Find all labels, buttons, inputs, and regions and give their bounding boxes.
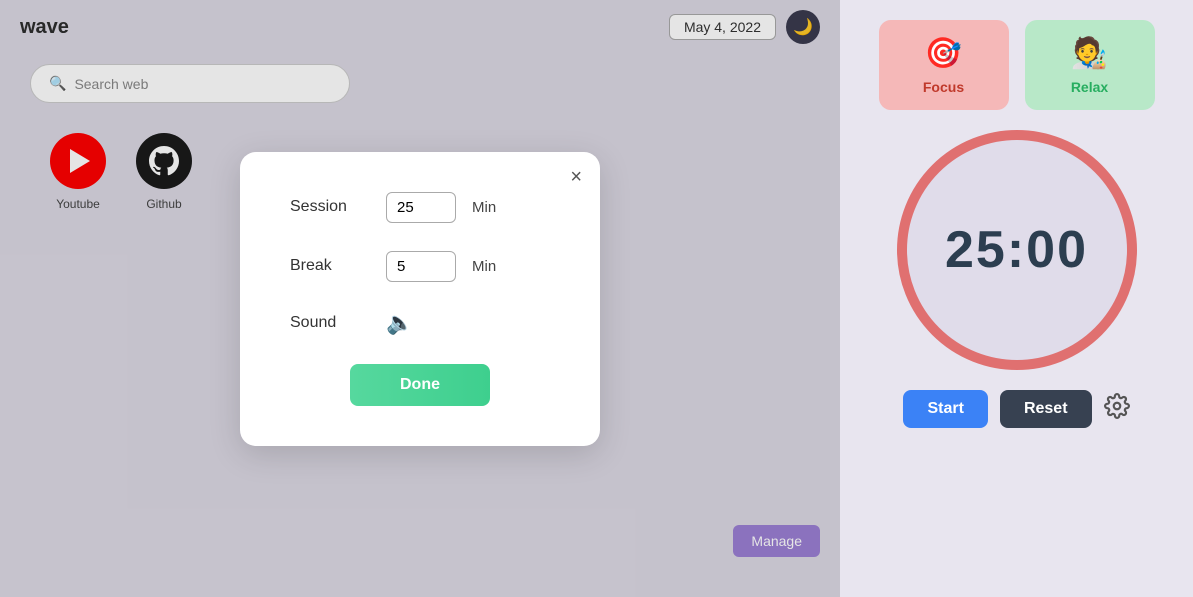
relax-label: Relax xyxy=(1071,79,1108,95)
break-min-label: Min xyxy=(472,258,496,275)
start-button[interactable]: Start xyxy=(903,390,987,428)
timer-settings-button[interactable] xyxy=(1104,393,1130,426)
settings-modal: × Session Min Break Min Sound 🔈 Done xyxy=(240,152,600,446)
modal-close-button[interactable]: × xyxy=(570,166,582,189)
sound-row: Sound 🔈 xyxy=(290,310,550,336)
sound-icon[interactable]: 🔈 xyxy=(386,310,413,336)
right-panel: 🎯 Focus 🧑‍🎨 Relax 25:00 Start Reset xyxy=(840,0,1193,597)
session-min-label: Min xyxy=(472,199,496,216)
focus-emoji: 🎯 xyxy=(925,36,962,71)
break-row: Break Min xyxy=(290,251,550,282)
focus-mode-button[interactable]: 🎯 Focus xyxy=(879,20,1009,110)
timer-circle: 25:00 xyxy=(897,130,1137,370)
break-label: Break xyxy=(290,257,370,275)
session-input[interactable] xyxy=(386,192,456,223)
left-panel: wave May 4, 2022 🌙 🔍 Search web Youtube xyxy=(0,0,840,597)
relax-emoji: 🧑‍🎨 xyxy=(1071,36,1108,71)
timer-controls: Start Reset xyxy=(903,390,1129,428)
modal-overlay: × Session Min Break Min Sound 🔈 Done xyxy=(0,0,840,597)
sound-label: Sound xyxy=(290,314,370,332)
timer-display: 25:00 xyxy=(945,220,1088,280)
relax-mode-button[interactable]: 🧑‍🎨 Relax xyxy=(1025,20,1155,110)
session-row: Session Min xyxy=(290,192,550,223)
gear-icon xyxy=(1104,393,1130,419)
done-button[interactable]: Done xyxy=(350,364,490,406)
break-input[interactable] xyxy=(386,251,456,282)
mode-buttons: 🎯 Focus 🧑‍🎨 Relax xyxy=(860,20,1173,110)
focus-label: Focus xyxy=(923,79,964,95)
session-label: Session xyxy=(290,198,370,216)
reset-button[interactable]: Reset xyxy=(1000,390,1092,428)
